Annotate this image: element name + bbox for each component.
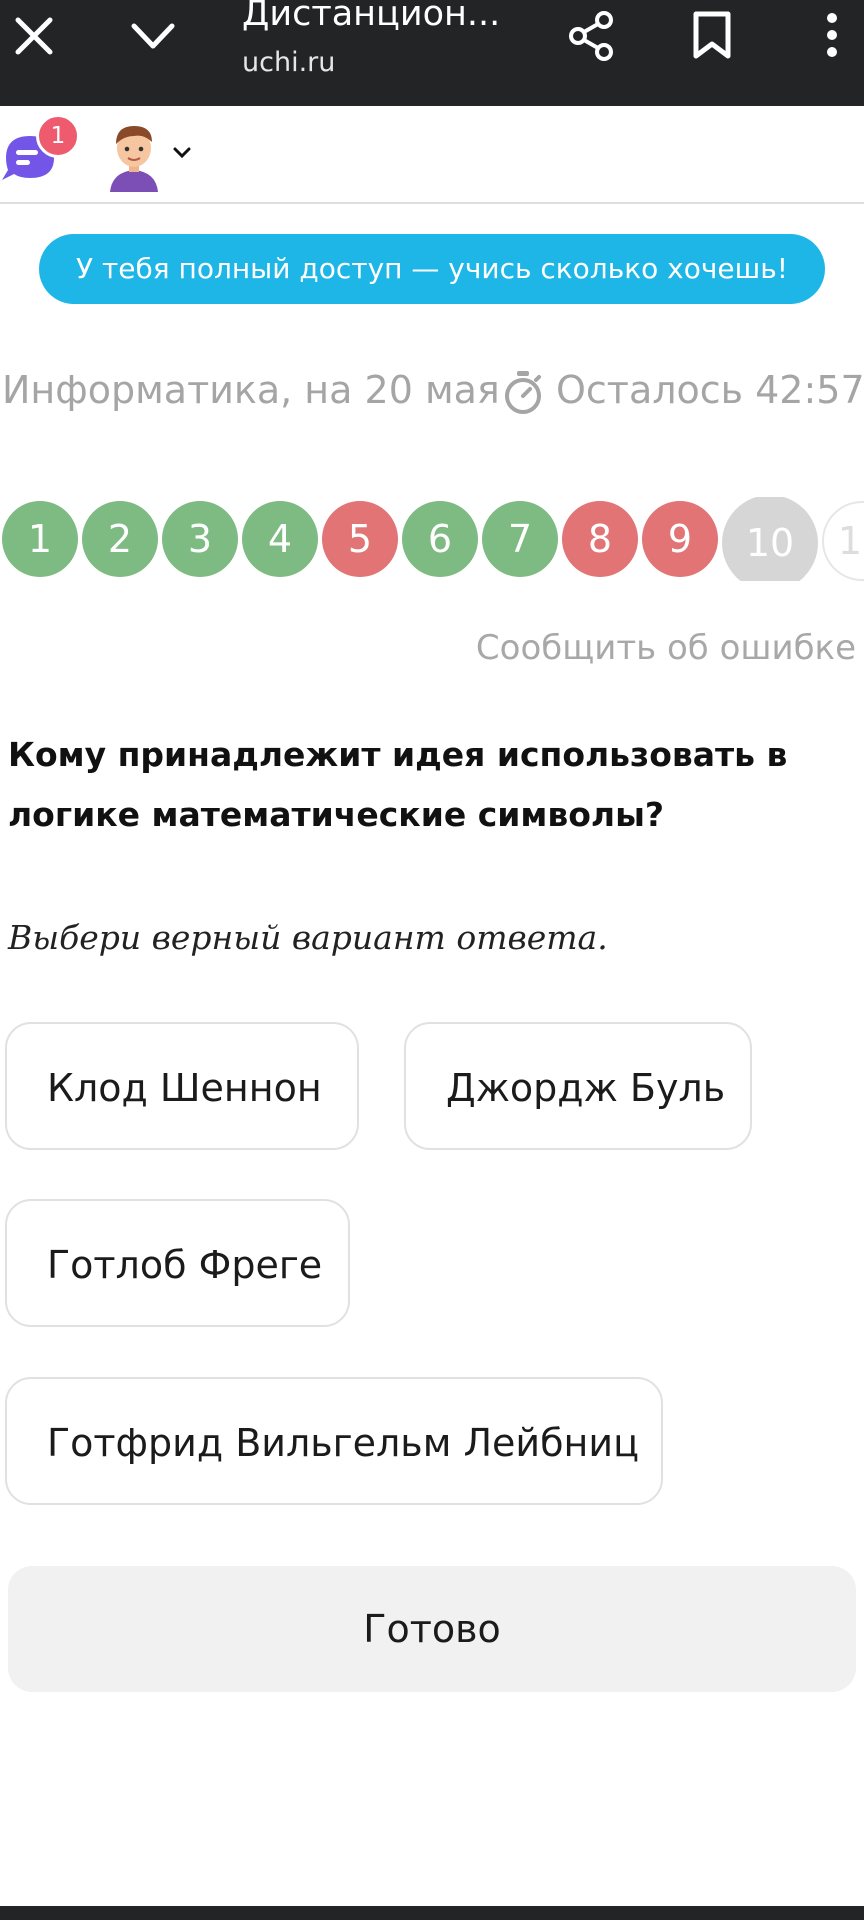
bookmark-icon[interactable] <box>690 10 734 60</box>
done-button[interactable]: Готово <box>8 1566 856 1692</box>
stopwatch-icon <box>505 371 541 414</box>
bottom-bar <box>0 1906 864 1920</box>
site-header: 1 <box>0 106 864 204</box>
close-icon[interactable] <box>12 14 56 58</box>
more-vertical-icon[interactable] <box>820 12 844 62</box>
question-number-1[interactable]: 1 <box>2 501 78 577</box>
browser-toolbar: Дистанцион... uchi.ru <box>0 0 864 106</box>
chevron-down-icon[interactable] <box>128 18 178 54</box>
share-icon[interactable] <box>566 10 618 62</box>
question-number-8[interactable]: 8 <box>562 501 638 577</box>
page-url: uchi.ru <box>242 47 336 78</box>
page-title: Дистанцион... <box>242 0 501 34</box>
subject-label: Информатика, на 20 мая <box>2 368 500 412</box>
question-number-2[interactable]: 2 <box>82 501 158 577</box>
question-progress: 1234567891011 <box>0 497 864 581</box>
answer-option[interactable]: Клод Шеннон <box>5 1022 359 1150</box>
chat-badge: 1 <box>36 114 80 158</box>
report-error-link[interactable]: Сообщить об ошибке <box>476 628 856 668</box>
access-banner: У тебя полный доступ — учись сколько хоч… <box>39 234 825 304</box>
answer-option[interactable]: Джордж Буль <box>404 1022 752 1150</box>
timer-label: Осталось 42:57 <box>556 368 864 412</box>
answer-option[interactable]: Готлоб Фреге <box>5 1199 350 1327</box>
question-number-5[interactable]: 5 <box>322 501 398 577</box>
question-number-4[interactable]: 4 <box>242 501 318 577</box>
question-number-9[interactable]: 9 <box>642 501 718 577</box>
answer-option[interactable]: Готфрид Вильгельм Лейбниц <box>5 1377 663 1505</box>
question-number-6[interactable]: 6 <box>402 501 478 577</box>
question-number-3[interactable]: 3 <box>162 501 238 577</box>
chevron-down-icon[interactable] <box>172 146 192 160</box>
question-number-7[interactable]: 7 <box>482 501 558 577</box>
question-text: Кому принадлежит идея использовать в лог… <box>8 735 788 834</box>
avatar[interactable] <box>104 120 164 192</box>
question-instruction: Выбери верный вариант ответа. <box>8 918 608 957</box>
lesson-info: Информатика, на 20 мая Осталось 42:57 <box>0 368 864 424</box>
question-number-11[interactable]: 11 <box>822 501 864 581</box>
question-number-10[interactable]: 10 <box>722 497 818 581</box>
